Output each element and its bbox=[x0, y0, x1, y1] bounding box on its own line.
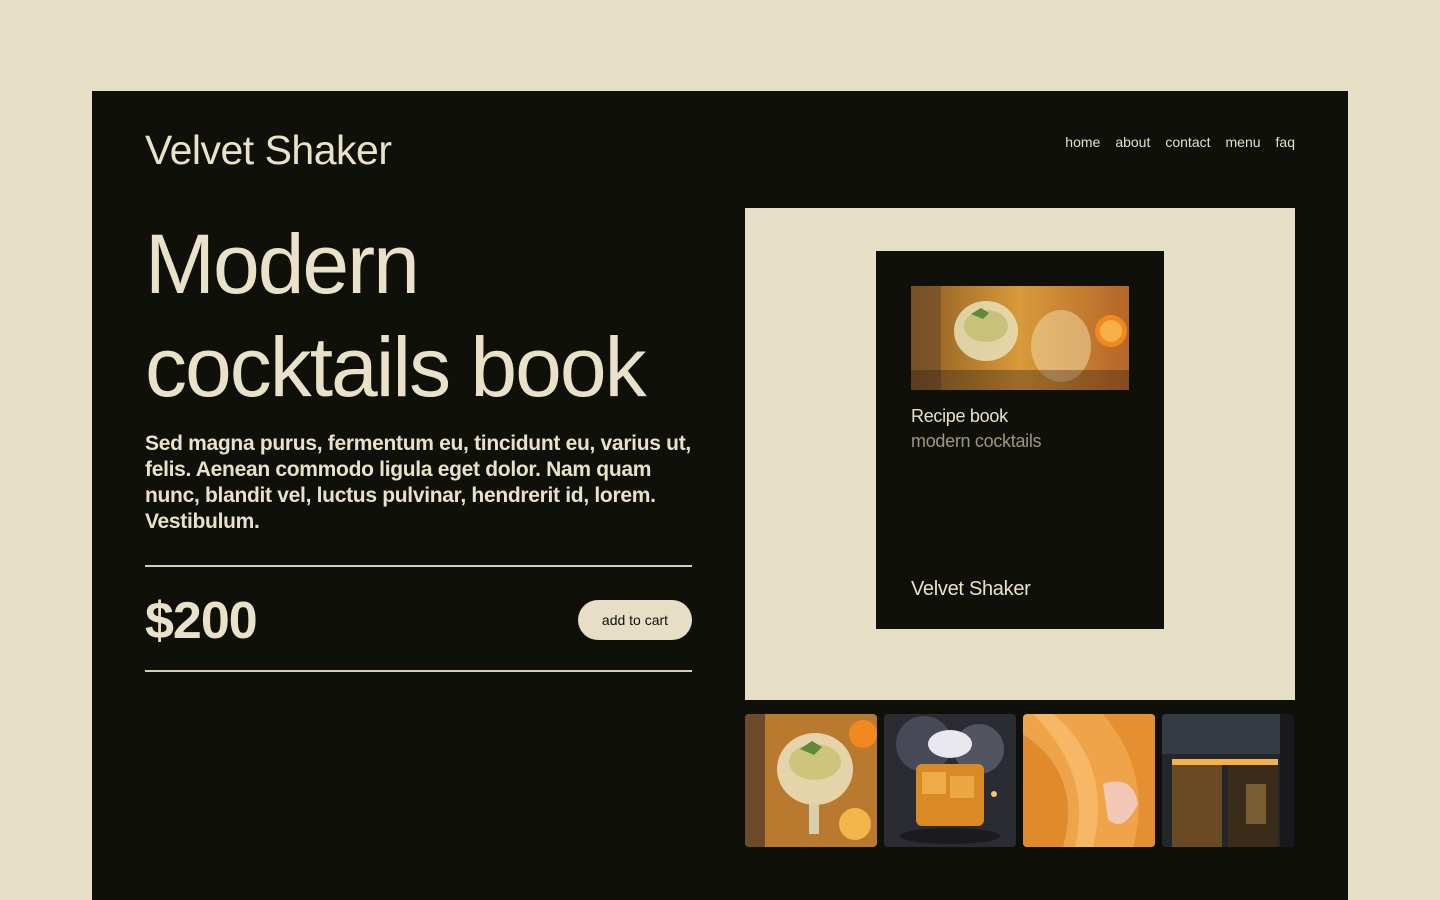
hero-title: Modern cocktails book bbox=[145, 217, 647, 414]
thumbnail-gallery bbox=[745, 714, 1294, 847]
book-brand: Velvet Shaker bbox=[911, 578, 1031, 600]
nav-home[interactable]: home bbox=[1065, 134, 1100, 150]
book-title: Recipe book bbox=[911, 406, 1008, 426]
nav-menu[interactable]: menu bbox=[1226, 134, 1261, 150]
book-cover-photo bbox=[911, 286, 1129, 390]
hero-description: Sed magna purus, fermentum eu, tincidunt… bbox=[145, 432, 691, 533]
thumbnail-orange-petals[interactable] bbox=[1023, 714, 1155, 847]
add-to-cart-button[interactable]: add to cart bbox=[578, 600, 692, 640]
thumbnail-cocktail-glasses[interactable] bbox=[745, 714, 877, 847]
thumbnail-smoked-whiskey[interactable] bbox=[884, 714, 1016, 847]
nav-about[interactable]: about bbox=[1115, 134, 1150, 150]
book-cover: Recipe book modern cocktails Velvet Shak… bbox=[876, 251, 1164, 629]
book-subtitle: modern cocktails bbox=[911, 431, 1042, 451]
main-nav: home about contact menu faq bbox=[1065, 134, 1295, 150]
nav-contact[interactable]: contact bbox=[1165, 134, 1210, 150]
main-panel: Velvet Shaker home about contact menu fa… bbox=[92, 91, 1348, 900]
product-showcase: Recipe book modern cocktails Velvet Shak… bbox=[745, 208, 1295, 700]
thumbnail-bar-storefront[interactable] bbox=[1162, 714, 1294, 847]
nav-faq[interactable]: faq bbox=[1276, 134, 1295, 150]
divider-top bbox=[145, 565, 692, 567]
divider-bottom bbox=[145, 670, 692, 672]
brand-logo[interactable]: Velvet Shaker bbox=[145, 127, 392, 174]
product-price: $200 bbox=[145, 592, 258, 650]
